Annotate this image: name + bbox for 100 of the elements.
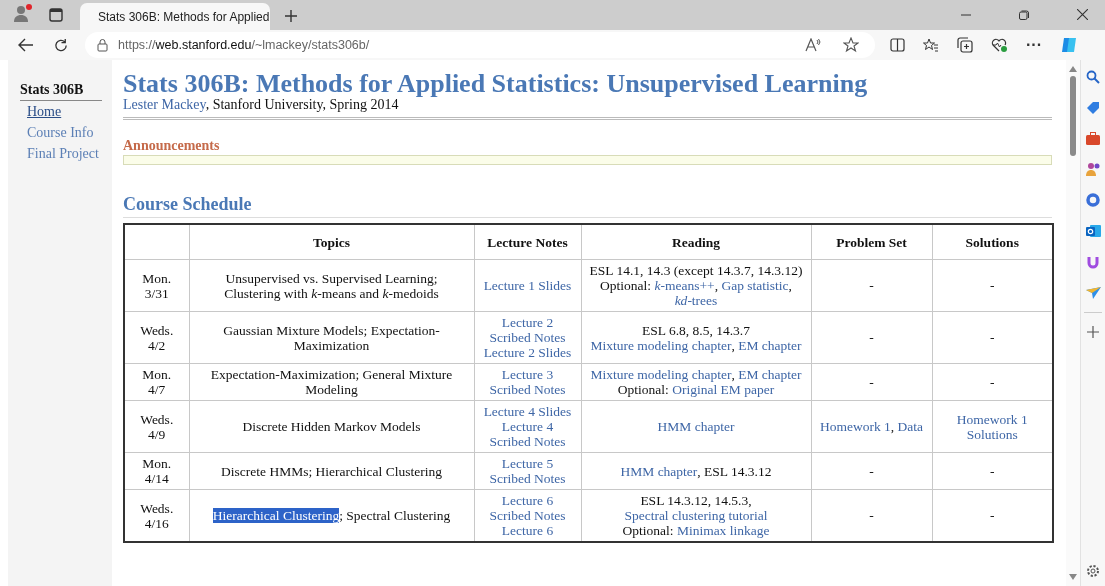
scrollbar[interactable] <box>1066 60 1080 586</box>
cell-text: Optional: <box>600 278 653 293</box>
scroll-down-icon[interactable] <box>1069 574 1077 580</box>
cell-text: - <box>990 330 995 345</box>
magnet-icon[interactable] <box>1086 255 1100 270</box>
paper-plane-icon[interactable] <box>1085 287 1101 299</box>
date-text: Mon. 4/7 <box>141 367 173 397</box>
column-header: Lecture Notes <box>487 234 568 250</box>
author-link[interactable]: Lester Mackey <box>123 97 206 112</box>
heart-pulse-icon[interactable] <box>991 37 1008 53</box>
cell-text: ESL 6.8, 8.5, 14.3.7 <box>642 322 750 338</box>
link[interactable]: Data <box>897 419 924 434</box>
refresh-icon[interactable] <box>54 37 69 53</box>
read-aloud-icon[interactable] <box>805 38 821 52</box>
cell-text: - <box>990 374 995 390</box>
new-tab-icon[interactable] <box>284 9 298 23</box>
link[interactable]: Homework 1 <box>819 419 891 434</box>
cell-text: - <box>990 508 995 523</box>
sidebar-link[interactable]: Course Info <box>27 125 112 141</box>
date-text: Weds. 4/2 <box>139 322 175 353</box>
back-arrow-icon[interactable] <box>18 38 34 52</box>
cell-text: Unsupervised vs. Supervised Learning; Clustering with k-means and k-medoids <box>224 270 439 301</box>
favorites-icon[interactable] <box>923 38 939 52</box>
browser-tab[interactable]: Stats 306B: Methods for Applied <box>80 3 270 30</box>
column-header: Problem Set <box>836 234 907 250</box>
cell-text: - <box>869 508 874 523</box>
briefcase-icon[interactable] <box>1086 132 1100 145</box>
ring-icon[interactable] <box>1086 193 1100 207</box>
sidebar-title: Stats 306B <box>20 82 102 101</box>
date-text: Weds. 4/9 <box>139 411 175 442</box>
cell-text: ; Spectral Clustering <box>339 508 451 523</box>
byline-text: , Stanford University, Spring 2014 <box>205 97 399 112</box>
cell-text: Discrete HMMs; Hierarchical Clustering <box>221 463 442 479</box>
link[interactable]: EM chapter <box>738 337 802 353</box>
sidebar-link[interactable]: Home <box>27 104 112 120</box>
schedule-heading: Course Schedule <box>123 193 1052 218</box>
link[interactable]: k-means++ <box>654 278 715 293</box>
lock-icon <box>97 38 108 52</box>
cell-text: ESL 14.3.12, 14.5.3, <box>640 493 752 508</box>
link[interactable]: Lecture 4 Scribed Notes <box>482 419 573 449</box>
profile-icon[interactable] <box>12 3 34 23</box>
collections-icon[interactable] <box>957 37 973 53</box>
link[interactable]: Gap statistic <box>721 278 789 293</box>
cell-text: Optional: <box>617 382 670 397</box>
tag-icon[interactable] <box>1086 101 1100 115</box>
column-header: Solutions <box>965 234 1019 250</box>
address-bar[interactable]: https://web.stanford.edu/~lmackey/stats306b/ <box>85 32 875 58</box>
cell-text: ESL 14.1, 14.3 (except 14.3.7, 14.3.12) <box>589 263 803 278</box>
cell-text: , <box>714 278 720 293</box>
announcements-heading: Announcements <box>123 138 221 154</box>
cell-text: - <box>990 463 995 479</box>
split-screen-icon[interactable] <box>890 38 905 52</box>
mail-app-icon[interactable] <box>1085 224 1101 238</box>
scroll-up-icon[interactable] <box>1069 66 1077 72</box>
link[interactable]: Lecture 2 Slides <box>483 345 572 360</box>
cell-text: , <box>731 337 736 353</box>
add-icon[interactable] <box>1087 326 1099 338</box>
restore-icon[interactable] <box>1019 10 1029 20</box>
cell-text: - <box>869 278 874 293</box>
cell-text: - <box>869 330 874 345</box>
column-header: Topics <box>313 234 350 250</box>
settings-icon[interactable] <box>1086 564 1100 578</box>
link[interactable]: Spectral clustering tutorial <box>624 508 768 523</box>
page-title: Stats 306B: Methods for Applied Statistics: Unsupervised Learning <box>123 71 869 97</box>
people-icon[interactable] <box>1085 162 1101 176</box>
copilot-icon[interactable] <box>1060 36 1078 54</box>
date-text: Weds. 4/16 <box>139 500 175 531</box>
cell-text: Expectation-Maximization; General Mixture Modeling <box>210 367 453 397</box>
cell-text: Gaussian Mixture Models; Expectation-Maximization <box>223 322 440 353</box>
search-icon[interactable] <box>1086 70 1100 84</box>
link[interactable]: Lecture 4 Slides <box>483 404 572 419</box>
star-icon[interactable] <box>843 37 859 53</box>
date-text: Mon. 3/31 <box>141 270 173 301</box>
link[interactable]: HMM chapter <box>620 463 698 479</box>
scrollbar-thumb[interactable] <box>1070 76 1076 156</box>
cell-text: , <box>788 278 792 293</box>
link[interactable]: Mixture modeling chapter <box>590 367 732 382</box>
date-text: Mon. 4/14 <box>141 456 173 486</box>
url-text: https://web.stanford.edu/~lmackey/stats306b/ <box>118 38 370 52</box>
link[interactable]: Lecture 2 Scribed Notes <box>482 315 573 345</box>
link[interactable]: Lecture 6 Scribed Notes <box>482 493 573 523</box>
cell-text: , ESL 14.3.12 <box>697 463 772 479</box>
link[interactable]: Original EM paper <box>672 382 775 397</box>
link[interactable]: kd-trees <box>674 293 718 308</box>
sidebar-link[interactable]: Final Project <box>27 146 112 162</box>
tab-actions-icon[interactable] <box>48 7 64 23</box>
link[interactable]: EM chapter <box>738 367 802 382</box>
link[interactable]: Minimax linkage <box>676 523 770 538</box>
link[interactable]: HMM chapter <box>657 419 735 434</box>
cell-text: , <box>890 419 896 434</box>
link[interactable]: Lecture 6 <box>501 523 554 538</box>
more-button[interactable]: ··· <box>1020 36 1048 54</box>
link[interactable]: Mixture modeling chapter <box>590 337 732 353</box>
cell-text: Optional: <box>622 523 675 538</box>
cell-text: Discrete Hidden Markov Models <box>242 419 421 434</box>
cell-text: - <box>990 278 995 293</box>
cell-text: - <box>869 374 874 390</box>
cell-text: , <box>731 367 736 382</box>
column-header: Reading <box>672 234 720 250</box>
close-icon[interactable] <box>1077 9 1088 20</box>
